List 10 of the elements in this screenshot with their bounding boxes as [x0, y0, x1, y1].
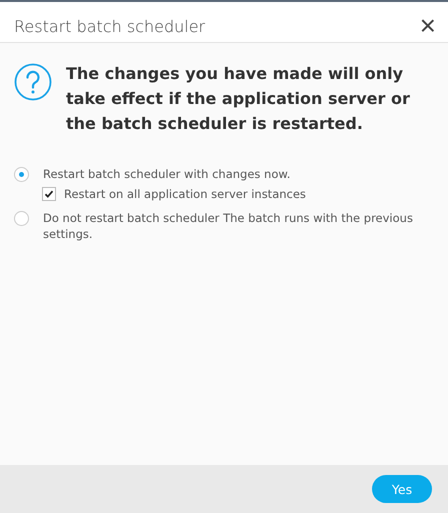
option-label: Restart batch scheduler with changes now. — [43, 166, 290, 182]
dialog-title: Restart batch scheduler — [14, 16, 206, 36]
radio-button[interactable] — [14, 167, 29, 182]
close-button[interactable]: × — [416, 12, 440, 40]
checkbox-label: Restart on all application server instances — [64, 186, 306, 202]
checkbox[interactable] — [42, 187, 56, 201]
message-text: The changes you have made will only take effect if the application server or the batch scheduler is restarted. — [66, 63, 411, 135]
option-label: Do not restart batch scheduler The batch runs with the previous settings. — [43, 210, 414, 242]
radio-button[interactable] — [14, 211, 29, 226]
question-icon — [14, 63, 52, 101]
